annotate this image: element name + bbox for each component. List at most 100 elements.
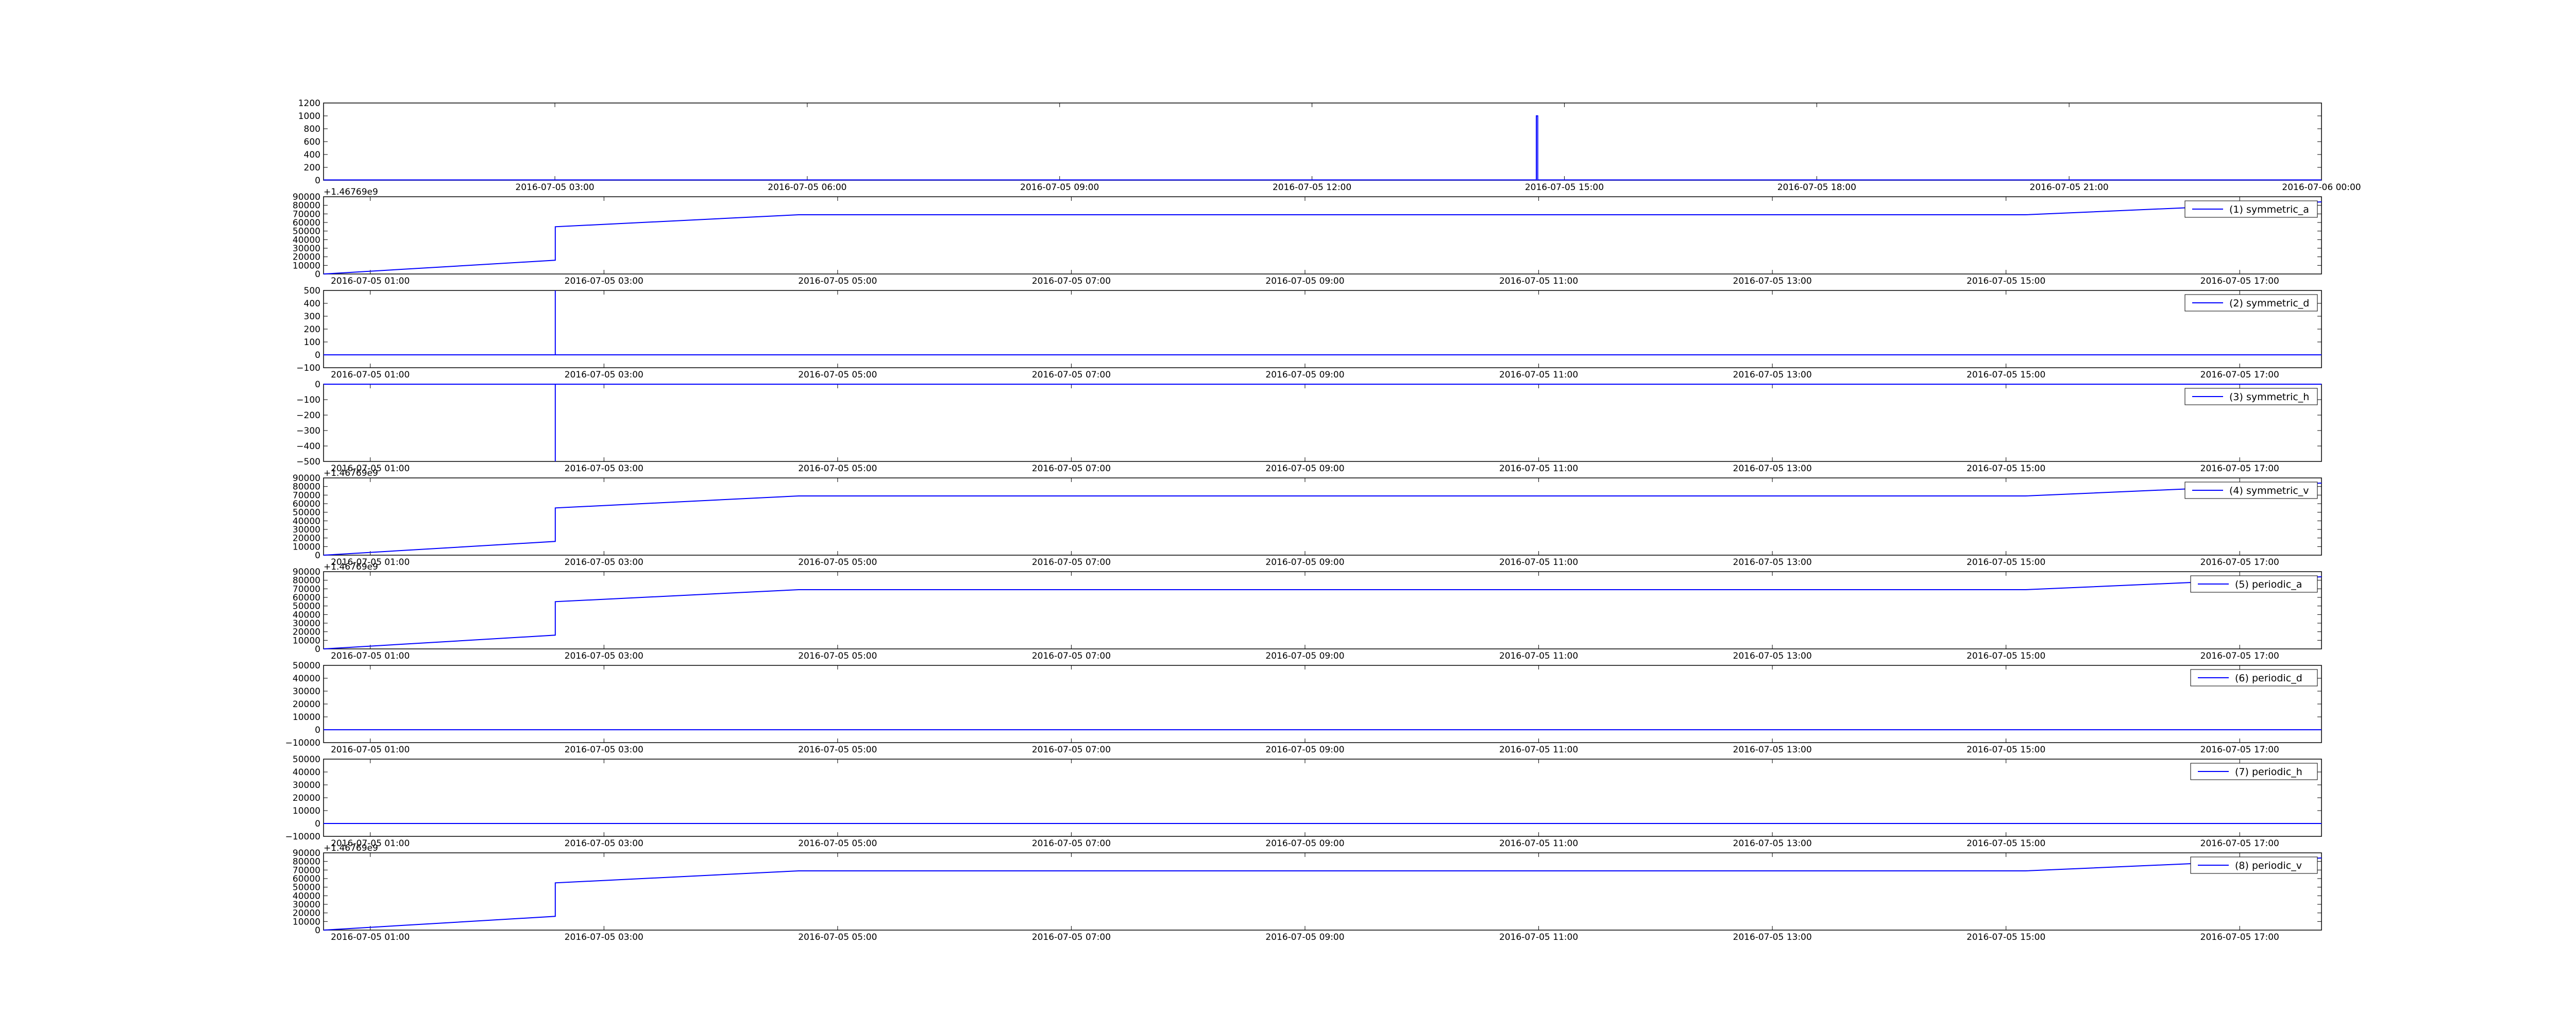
x-tick-label: 2016-07-05 07:00 <box>1032 370 1111 380</box>
x-tick-label: 2016-07-05 13:00 <box>1733 370 1812 380</box>
y-tick-label: 90000 <box>293 192 320 202</box>
y-tick-label: 90000 <box>293 567 320 577</box>
y-tick-label: 10000 <box>293 712 320 723</box>
chart-panel-5: 0100002000030000400005000060000700008000… <box>293 562 2322 661</box>
y-tick-label: 10000 <box>293 806 320 816</box>
x-tick-label: 2016-07-05 03:00 <box>565 370 643 380</box>
y-tick-label: −300 <box>296 426 320 436</box>
y-tick-label: 0 <box>315 819 320 829</box>
series-line-0 <box>323 576 2322 649</box>
legend-label: (5) periodic_a <box>2235 579 2302 590</box>
y-tick-label: 50000 <box>293 661 320 671</box>
y-tick-label: 50000 <box>293 754 320 765</box>
legend-label: (6) periodic_d <box>2235 673 2302 684</box>
x-tick-label: 2016-07-05 11:00 <box>1499 651 1578 661</box>
chart-panel-8: 0100002000030000400005000060000700008000… <box>293 843 2322 942</box>
y-tick-label: 600 <box>304 137 320 147</box>
legend: (1) symmetric_a <box>2184 200 2318 218</box>
y-tick-label: 0 <box>315 380 320 390</box>
y-tick-label: 400 <box>304 299 320 309</box>
x-tick-label: 2016-07-05 21:00 <box>2030 182 2109 193</box>
legend: (2) symmetric_d <box>2184 294 2318 312</box>
x-tick-label: 2016-07-05 01:00 <box>331 276 410 286</box>
x-tick-label: 2016-07-05 07:00 <box>1032 276 1111 286</box>
y-tick-label: 30000 <box>293 780 320 791</box>
y-tick-label: −10000 <box>285 738 320 748</box>
x-tick-label: 2016-07-05 01:00 <box>331 932 410 942</box>
x-tick-label: 2016-07-05 03:00 <box>565 276 643 286</box>
y-tick-label: 0 <box>315 725 320 735</box>
legend: (5) periodic_a <box>2190 575 2318 593</box>
chart-panel-2: −100 0 100 200 300 400 500 2016-07-05 01:00 2016… <box>296 286 2322 380</box>
x-tick-label: 2016-07-05 01:00 <box>331 370 410 380</box>
y-tick-label: −100 <box>296 363 320 373</box>
x-tick-label: 2016-07-05 11:00 <box>1499 932 1578 942</box>
x-tick-label: 2016-07-05 11:00 <box>1499 276 1578 286</box>
y-tick-label: 400 <box>304 150 320 160</box>
x-tick-label: 2016-07-05 15:00 <box>1967 838 2045 849</box>
axes-frame <box>323 102 2322 181</box>
x-tick-label: 2016-07-05 03:00 <box>565 745 643 755</box>
x-tick-label: 2016-07-05 07:00 <box>1032 838 1111 849</box>
x-tick-label: 2016-07-05 13:00 <box>1733 651 1812 661</box>
series-line-0 <box>324 115 2321 181</box>
x-tick-label: 2016-07-05 09:00 <box>1265 745 1344 755</box>
x-tick-label: 2016-07-05 15:00 <box>1967 557 2045 568</box>
legend-label: (8) periodic_v <box>2235 860 2302 871</box>
x-tick-label: 2016-07-05 17:00 <box>2200 370 2279 380</box>
x-tick-label: 2016-07-05 17:00 <box>2200 932 2279 942</box>
x-tick-label: 2016-07-05 15:00 <box>1525 182 1604 193</box>
y-tick-label: 1000 <box>298 111 320 122</box>
chart-panel-0: 0 200 400 600 800 1000 1200 2016-07-05 03:00 201… <box>298 98 2361 193</box>
legend-label: (1) symmetric_a <box>2229 204 2309 215</box>
y-tick-label: 300 <box>304 312 320 322</box>
x-tick-label: 2016-07-05 18:00 <box>1777 182 1856 193</box>
multi-panel-time-series-figure: 0200400600800100012002016-07-05 03:00 201… <box>285 98 2361 942</box>
x-tick-label: 2016-07-05 09:00 <box>1265 370 1344 380</box>
x-tick-label: 2016-07-05 15:00 <box>1967 464 2045 474</box>
axes-frame <box>323 852 2322 931</box>
axes-frame <box>323 196 2322 274</box>
y-tick-label: 100 <box>304 337 320 348</box>
axes-frame <box>323 384 2322 462</box>
x-tick-label: 2016-07-05 17:00 <box>2200 651 2279 661</box>
x-tick-label: 2016-07-05 15:00 <box>1967 370 2045 380</box>
x-tick-label: 2016-07-05 09:00 <box>1265 464 1344 474</box>
x-tick-label: 2016-07-05 13:00 <box>1733 838 1812 849</box>
y-tick-label: 800 <box>304 124 320 134</box>
x-tick-label: 2016-07-05 13:00 <box>1733 557 1812 568</box>
x-tick-label: 2016-07-05 05:00 <box>798 557 877 568</box>
axes-frame <box>323 759 2322 837</box>
x-tick-label: 2016-07-05 11:00 <box>1499 838 1578 849</box>
axes-frame <box>323 571 2322 649</box>
x-tick-label: 2016-07-05 11:00 <box>1499 370 1578 380</box>
x-tick-label: 2016-07-05 09:00 <box>1265 932 1344 942</box>
x-tick-label: 2016-07-05 09:00 <box>1265 838 1344 849</box>
x-tick-label: 2016-07-05 05:00 <box>798 745 877 755</box>
x-tick-label: 2016-07-05 07:00 <box>1032 745 1111 755</box>
x-tick-label: 2016-07-05 07:00 <box>1032 557 1111 568</box>
x-tick-label: 2016-07-05 07:00 <box>1032 464 1111 474</box>
x-tick-label: 2016-07-05 09:00 <box>1265 651 1344 661</box>
x-tick-label: 2016-07-06 00:00 <box>2282 182 2361 193</box>
y-tick-label: 30000 <box>293 686 320 697</box>
y-tick-label: −100 <box>296 395 320 405</box>
legend: (7) periodic_h <box>2190 763 2318 780</box>
x-tick-label: 2016-07-05 05:00 <box>798 370 877 380</box>
y-tick-label: −400 <box>296 441 320 452</box>
axis-offset-label: +1.46769e9 <box>324 843 378 853</box>
legend: (8) periodic_v <box>2190 856 2318 874</box>
y-tick-label: 500 <box>304 286 320 296</box>
x-tick-label: 2016-07-05 03:00 <box>565 464 643 474</box>
x-tick-label: 2016-07-05 13:00 <box>1733 932 1812 942</box>
x-tick-label: 2016-07-05 09:00 <box>1265 557 1344 568</box>
x-tick-label: 2016-07-05 06:00 <box>768 182 846 193</box>
x-tick-label: 2016-07-05 05:00 <box>798 838 877 849</box>
x-tick-label: 2016-07-05 15:00 <box>1967 932 2045 942</box>
y-tick-label: 200 <box>304 324 320 335</box>
legend: (3) symmetric_h <box>2184 388 2318 405</box>
axes-frame <box>323 477 2322 556</box>
x-tick-label: 2016-07-05 17:00 <box>2200 464 2279 474</box>
axis-offset-label: +1.46769e9 <box>324 468 378 478</box>
x-tick-label: 2016-07-05 13:00 <box>1733 276 1812 286</box>
